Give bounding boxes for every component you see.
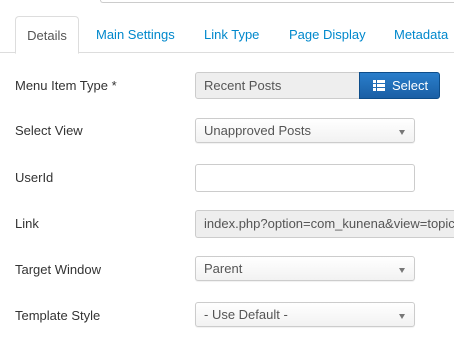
userid-label: UserId <box>15 170 54 185</box>
title-input-edge[interactable] <box>100 0 454 3</box>
template-style-label: Template Style <box>15 308 101 323</box>
caret-down-icon <box>399 314 405 319</box>
target-window-label: Target Window <box>15 262 101 277</box>
caret-down-icon <box>399 268 405 273</box>
tab-main-settings[interactable]: Main Settings <box>96 16 175 53</box>
select-view-value: Unapproved Posts <box>204 123 311 138</box>
tab-page-display[interactable]: Page Display <box>289 16 366 53</box>
caret-down-icon <box>399 130 405 135</box>
template-style-value: - Use Default - <box>204 307 288 322</box>
select-view-label: Select View <box>15 123 83 138</box>
tab-details[interactable]: Details <box>15 16 79 54</box>
tab-metadata[interactable]: Metadata <box>394 16 448 53</box>
select-menu-item-type-button[interactable]: Select <box>359 72 440 99</box>
menu-item-type-label: Menu Item Type * <box>15 78 117 93</box>
target-window-value: Parent <box>204 261 243 276</box>
tab-bar: Details Main Settings Link Type Page Dis… <box>0 16 454 54</box>
link-label: Link <box>15 216 39 231</box>
select-view-dropdown[interactable]: Unapproved Posts <box>195 118 415 143</box>
target-window-dropdown[interactable]: Parent <box>195 256 415 281</box>
menu-item-type-field: Recent Posts <box>195 72 360 99</box>
template-style-dropdown[interactable]: - Use Default - <box>195 302 415 327</box>
userid-input[interactable] <box>195 164 415 192</box>
list-icon <box>373 80 385 91</box>
tab-link-type[interactable]: Link Type <box>204 16 259 53</box>
select-button-label: Select <box>392 78 429 93</box>
link-field: index.php?option=com_kunena&view=topics&… <box>195 210 454 238</box>
